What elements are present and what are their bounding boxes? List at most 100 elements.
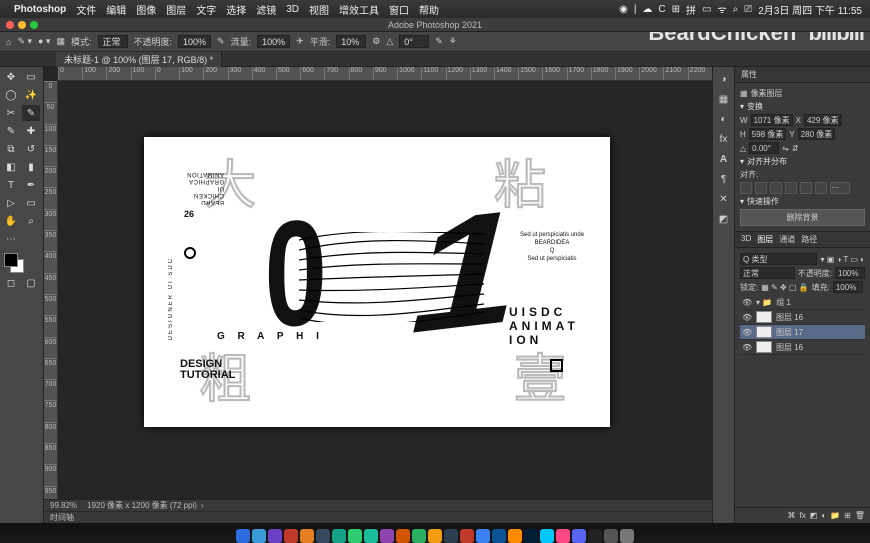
blend-mode[interactable]: 正常 [740, 267, 795, 279]
lasso-tool[interactable]: ◯ [2, 87, 20, 103]
trash-icon[interactable]: 🗑 [855, 511, 865, 520]
more-tools[interactable]: ⋯ [2, 231, 20, 247]
dock-app[interactable] [332, 529, 346, 543]
brush-preset[interactable]: ● ▾ [38, 36, 50, 47]
pressure-opacity-icon[interactable]: ✎ [217, 36, 225, 47]
dock-app[interactable] [524, 529, 538, 543]
clone-tool[interactable]: ⧉ [2, 141, 20, 157]
layer-thumb[interactable] [756, 311, 772, 323]
wifi-icon[interactable]: ᯤ [718, 2, 727, 16]
dock-app[interactable] [348, 529, 362, 543]
dock-app[interactable] [236, 529, 250, 543]
ruler-horizontal[interactable]: 0100200100010020030040050060070080090010… [58, 67, 712, 81]
mask-icon[interactable]: ◩ [810, 511, 818, 520]
y-input[interactable]: 280 像素 [798, 128, 836, 140]
cloud-icon[interactable]: ☁ [642, 4, 652, 15]
tab-3d[interactable]: 3D [741, 234, 751, 245]
group-icon[interactable]: 📁 [830, 511, 840, 520]
symmetry-icon[interactable]: ⚘ [449, 36, 457, 47]
chevron-right-icon[interactable]: › [201, 501, 204, 510]
screenmode-tool[interactable]: ▢ [22, 275, 40, 291]
document-tab[interactable]: 未标题-1 @ 100% (图层 17, RGB/8) * [56, 52, 222, 67]
dock-app[interactable] [380, 529, 394, 543]
angle-input[interactable]: 0° [399, 35, 429, 48]
menu-file[interactable]: 文件 [76, 2, 96, 17]
panel-icon-swatches[interactable]: ▦ [716, 91, 732, 107]
control-center-icon[interactable]: ⎚ [744, 4, 752, 15]
layer-thumb[interactable] [756, 326, 772, 338]
search-icon[interactable]: ⌕ [733, 4, 739, 15]
layer-filter[interactable]: Q 类型 [740, 253, 817, 265]
dock-app[interactable] [396, 529, 410, 543]
pen-tool[interactable]: ✒ [22, 177, 40, 193]
layer-thumb[interactable] [756, 341, 772, 353]
mode-select[interactable]: 正常 [98, 35, 128, 48]
canvas-area[interactable]: 0100200100010020030040050060070080090010… [44, 67, 712, 523]
app-name[interactable]: Photoshop [14, 4, 66, 15]
align-left-icon[interactable] [740, 182, 752, 194]
airbrush-icon[interactable]: ✈ [296, 36, 304, 47]
panel-icon-color[interactable]: ◑ [716, 71, 732, 87]
distribute-icon[interactable]: ⋯ [830, 182, 850, 194]
x-input[interactable]: 429 像素 [804, 114, 842, 126]
dock-app[interactable] [572, 529, 586, 543]
ruler-vertical[interactable]: 0501001502002503003504004505005506006507… [44, 81, 58, 507]
dock-app[interactable] [316, 529, 330, 543]
new-layer-icon[interactable]: ⊞ [844, 511, 851, 520]
eyedropper-tool[interactable]: ✎ [2, 123, 20, 139]
panel-icon-styles[interactable]: fx [716, 131, 732, 147]
grid-icon[interactable]: ⊞ [672, 4, 680, 15]
wand-tool[interactable]: ✨ [22, 87, 40, 103]
dock-app[interactable] [412, 529, 426, 543]
zoom-level[interactable]: 99.82% [50, 501, 77, 510]
menu-3d[interactable]: 3D [286, 4, 299, 15]
smooth-input[interactable]: 10% [336, 35, 366, 48]
dock-app[interactable] [508, 529, 522, 543]
record-icon[interactable]: ◉ [619, 4, 628, 15]
dock-app[interactable] [300, 529, 314, 543]
tab-layers[interactable]: 图层 [757, 234, 773, 245]
menu-edit[interactable]: 编辑 [106, 2, 126, 17]
dock-app[interactable] [444, 529, 458, 543]
dock-app[interactable] [460, 529, 474, 543]
angle-icon[interactable]: △ [386, 36, 393, 47]
input-icon[interactable]: 拼 [686, 2, 696, 17]
dock-app[interactable] [604, 529, 618, 543]
align-label[interactable]: 对齐并分布 [747, 156, 787, 167]
panel-icon-adjust[interactable]: ◐ [716, 111, 732, 127]
rotation-input[interactable]: 0.00° [749, 142, 779, 154]
align-top-icon[interactable] [785, 182, 797, 194]
color-swatch[interactable] [4, 253, 24, 273]
timeline-label[interactable]: 时间轴 [50, 512, 74, 523]
adjustment-icon[interactable]: ◐ [821, 511, 826, 520]
dock-app[interactable] [284, 529, 298, 543]
dock-app[interactable] [476, 529, 490, 543]
brush-tool[interactable]: ✎ [22, 105, 40, 121]
close-icon[interactable] [6, 21, 14, 29]
height-input[interactable]: 598 像素 [749, 128, 787, 140]
width-input[interactable]: 1071 像素 [751, 114, 793, 126]
zoom-tool[interactable]: ⌕ [22, 213, 40, 229]
layer-group-row[interactable]: 👁▾ 📁 组 1 [740, 295, 865, 310]
quick-actions-label[interactable]: 快速操作 [747, 196, 779, 207]
transform-label[interactable]: 变换 [747, 101, 763, 112]
opacity-input[interactable]: 100% [178, 35, 211, 48]
flip-h-icon[interactable]: ⇋ [782, 144, 789, 153]
menu-layer[interactable]: 图层 [166, 2, 186, 17]
fill-input[interactable]: 100% [833, 281, 863, 293]
visibility-icon[interactable]: 👁 [742, 343, 752, 352]
visibility-icon[interactable]: 👁 [742, 298, 752, 307]
home-icon[interactable]: ⌂ [6, 37, 11, 47]
remove-bg-button[interactable]: 删除背景 [740, 209, 865, 226]
menu-window[interactable]: 窗口 [389, 2, 409, 17]
layer-opacity[interactable]: 100% [835, 267, 865, 279]
visibility-icon[interactable]: 👁 [742, 328, 752, 337]
menu-type[interactable]: 文字 [196, 2, 216, 17]
tab-channels[interactable]: 通道 [779, 234, 795, 245]
dock-app[interactable] [588, 529, 602, 543]
zoom-icon[interactable] [30, 21, 38, 29]
shape-tool[interactable]: ▭ [22, 195, 40, 211]
menu-help[interactable]: 帮助 [419, 2, 439, 17]
c-icon[interactable]: C [658, 4, 665, 15]
gradient-tool[interactable]: ▮ [22, 159, 40, 175]
